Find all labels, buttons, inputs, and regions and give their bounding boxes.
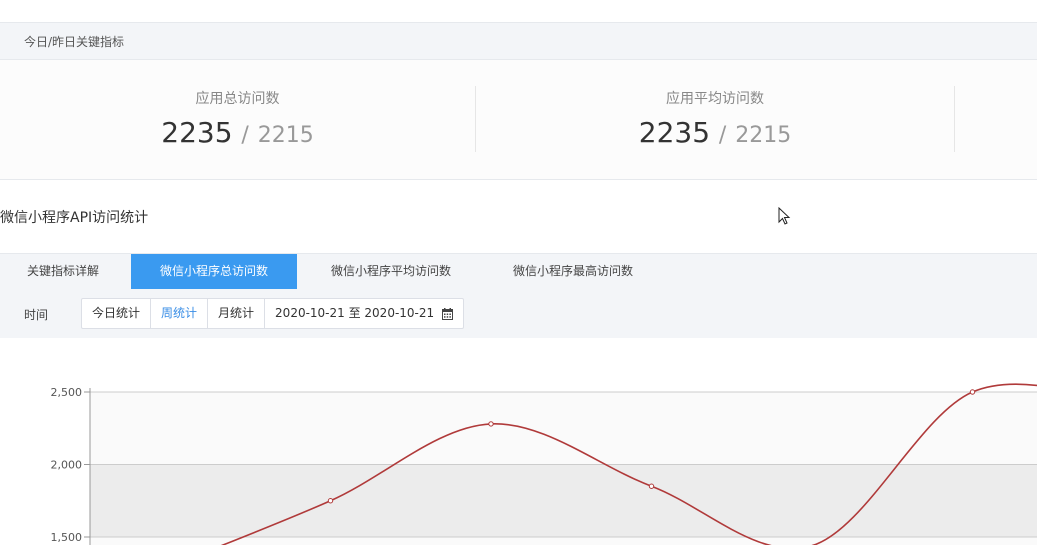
- tabs-filter-bar: 关键指标详解 微信小程序总访问数 微信小程序平均访问数 微信小程序最高访问数 时…: [0, 253, 1037, 339]
- tab-key-metrics[interactable]: 关键指标详解: [0, 254, 126, 289]
- kpi-today-value: 2235: [638, 116, 711, 149]
- kpi-yesterday-value: 2215: [735, 123, 792, 148]
- time-label: 时间: [24, 308, 49, 322]
- section-header: 今日/昨日关键指标: [0, 23, 1037, 60]
- visits-line-chart: 2,500 2,000 1,500: [0, 338, 1037, 545]
- week-stats-button[interactable]: 周统计: [151, 299, 209, 328]
- kpi-divider: [954, 86, 955, 152]
- kpi-values: 2235 / 2215: [0, 116, 475, 149]
- kpi-yesterday-value: 2215: [257, 123, 314, 148]
- y-tick-label: 2,500: [51, 386, 83, 399]
- top-band: [0, 0, 1037, 23]
- data-point: [648, 483, 655, 489]
- date-range-text: 2020-10-21 至 2020-10-21: [275, 306, 435, 320]
- tab-total-visits[interactable]: 微信小程序总访问数: [131, 254, 297, 289]
- calendar-icon: [441, 307, 453, 320]
- time-range-selector: 今日统计 周统计 月统计 2020-10-21 至 2020-10-21: [81, 298, 464, 329]
- y-tick-label: 1,500: [51, 531, 83, 544]
- today-stats-button[interactable]: 今日统计: [82, 299, 152, 328]
- data-point: [969, 389, 976, 395]
- api-stats-title: 微信小程序API访问统计: [0, 210, 149, 226]
- kpi-separator: /: [241, 123, 249, 148]
- kpi-label: 应用总访问数: [195, 91, 280, 107]
- kpi-label: 应用平均访问数: [666, 91, 764, 107]
- chart-band: [90, 392, 1037, 465]
- kpi-average-visits: 应用平均访问数 2235 / 2215: [476, 60, 954, 179]
- tab-average-visits[interactable]: 微信小程序平均访问数: [308, 254, 474, 289]
- y-tick-label: 2,000: [51, 459, 83, 472]
- kpi-row: 应用总访问数 2235 / 2215 应用平均访问数 2235 / 2215: [0, 60, 1037, 180]
- data-point: [488, 421, 494, 427]
- chart-svg: 2,500 2,000 1,500: [51, 383, 1037, 545]
- kpi-values: 2235 / 2215: [476, 116, 954, 149]
- kpi-today-value: 2235: [161, 116, 233, 149]
- kpi-total-visits: 应用总访问数 2235 / 2215: [0, 60, 475, 179]
- month-stats-button[interactable]: 月统计: [208, 299, 266, 328]
- section-title: 今日/昨日关键指标: [24, 35, 125, 49]
- tab-max-visits[interactable]: 微信小程序最高访问数: [490, 254, 656, 289]
- chart-band: [90, 464, 1037, 537]
- kpi-separator: /: [718, 123, 727, 148]
- date-range-picker[interactable]: 2020-10-21 至 2020-10-21: [265, 299, 463, 328]
- mouse-cursor-icon: [778, 207, 791, 225]
- data-point: [327, 498, 334, 504]
